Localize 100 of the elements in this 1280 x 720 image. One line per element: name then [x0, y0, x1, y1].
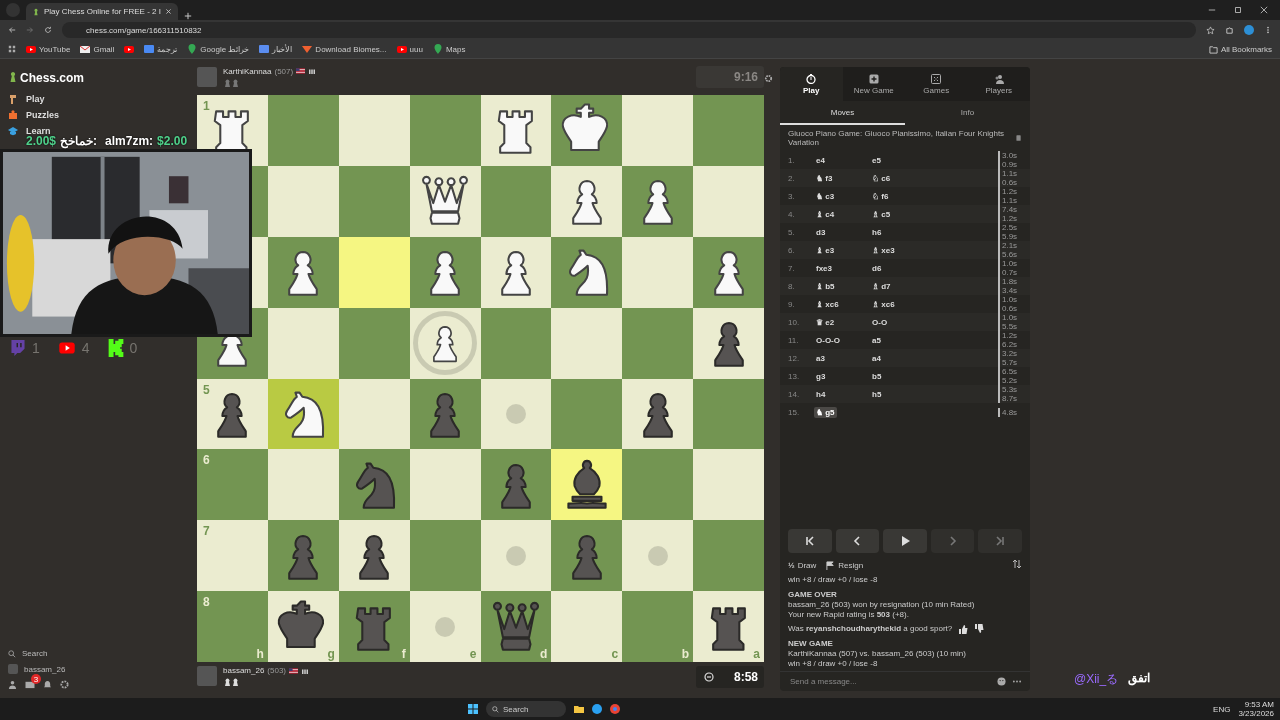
move[interactable]: ♛ e2	[814, 316, 837, 328]
move-hint-dot[interactable]	[505, 545, 526, 566]
bookmark[interactable]: uuu	[396, 44, 423, 54]
move-nav-button[interactable]	[835, 529, 880, 553]
player-name[interactable]: KarthiKannaa	[223, 66, 272, 76]
skip-forward-icon	[995, 536, 1006, 546]
people-icon	[993, 73, 1004, 84]
move[interactable]: ♝ e3	[814, 244, 837, 256]
bookmark[interactable]: الأخبار	[259, 44, 293, 54]
panel-tab[interactable]: Play	[780, 67, 843, 101]
move[interactable]: ♗ c5	[870, 208, 893, 220]
nav-item[interactable]: Play	[8, 91, 45, 107]
move[interactable]: ♗ d7	[870, 280, 893, 292]
move[interactable]: a4	[870, 352, 883, 364]
move-time: 5.3s 8.7s	[998, 385, 1022, 403]
move[interactable]: ♘ f6	[870, 190, 891, 202]
move-number: 4.	[788, 209, 796, 219]
signal-icon	[308, 68, 317, 74]
opening-name[interactable]: Giuoco Piano Game: Giuoco Pianissimo, Italian Four Knights Variation	[788, 129, 1009, 147]
move[interactable]: e5	[870, 154, 883, 166]
file-label: f	[401, 647, 406, 661]
move-hint-dot[interactable]	[435, 616, 456, 637]
move[interactable]: d3	[814, 226, 828, 238]
browser-tab[interactable]: Play Chess Online for FREE - 2 I	[26, 3, 178, 20]
chat-text: win +8 / draw +0 / lose -8	[788, 575, 879, 585]
flag-icon	[296, 68, 306, 74]
move[interactable]: g3	[814, 370, 828, 382]
bookmark[interactable]: Google خرائط	[187, 44, 250, 54]
chevron-right-icon	[947, 536, 958, 546]
search-link[interactable]: Search	[8, 649, 197, 658]
rank-label: 6	[203, 453, 210, 468]
move[interactable]: ♗ xc6	[870, 298, 897, 310]
move[interactable]: e4	[814, 154, 827, 166]
bookmark[interactable]: YouTube	[26, 44, 71, 54]
player-name[interactable]: bassam_26	[223, 666, 265, 675]
clock: 8:58	[696, 666, 764, 688]
move[interactable]: a5	[870, 334, 883, 346]
all-bookmarks-link[interactable]: All Bookmarks	[1220, 44, 1272, 54]
move[interactable]: O-O	[870, 316, 890, 328]
move-nav-button[interactable]	[788, 529, 832, 553]
move[interactable]: b5	[870, 370, 884, 382]
nav-item[interactable]: Puzzles	[8, 107, 59, 123]
panel-tab[interactable]: Games	[905, 67, 968, 101]
play-icon	[900, 536, 910, 546]
move[interactable]: ♞ c3	[814, 190, 837, 202]
move-number: 1.	[788, 155, 796, 165]
move[interactable]: a3	[814, 352, 827, 364]
move[interactable]: ♝ xc6	[814, 298, 841, 310]
logo-text[interactable]: Chess.com	[20, 71, 85, 85]
move[interactable]: ♘ c6	[870, 172, 893, 184]
bookmark[interactable]: Gmail	[80, 44, 115, 54]
panel-tab[interactable]: Players	[967, 67, 1030, 101]
viewer-count: 1	[32, 340, 40, 356]
sub-tab[interactable]: Moves	[780, 101, 905, 125]
search-icon	[8, 649, 16, 658]
chat-heading: GAME OVER	[788, 590, 838, 600]
move[interactable]: ♝ c4	[814, 208, 837, 220]
profile-link[interactable]: bassam_26	[8, 664, 197, 674]
message-field[interactable]: Send a message...	[788, 676, 991, 687]
move-nav-button[interactable]	[883, 529, 927, 553]
bookmark[interactable]: Maps	[432, 44, 466, 54]
move[interactable]: ♞ g5	[814, 406, 837, 418]
move[interactable]: ♞ f3	[814, 172, 835, 184]
resign-button[interactable]: Resign	[826, 560, 864, 570]
move-hint-dot[interactable]	[647, 545, 668, 566]
draw-button[interactable]: ½ Draw	[788, 560, 817, 570]
bookmark[interactable]: ترجمة	[144, 44, 178, 54]
sub-tab[interactable]: Info	[905, 101, 1030, 125]
language-indicator[interactable]: ENG	[1213, 704, 1231, 714]
move[interactable]: h6	[870, 226, 884, 238]
move-number: 2.	[788, 173, 796, 183]
file-label: c	[611, 647, 619, 661]
taskbar-search[interactable]: Search	[486, 701, 566, 717]
new-tab-icon	[183, 12, 192, 20]
viewer-count: 0	[129, 340, 138, 356]
bookmark[interactable]: Download Biomes...	[302, 44, 387, 54]
move-number: 5.	[788, 227, 796, 237]
twitch-icon	[10, 340, 26, 356]
bookmark[interactable]	[124, 44, 135, 54]
mail-icon	[25, 680, 35, 689]
folder-icon	[1208, 44, 1218, 54]
file-label: d	[540, 647, 548, 661]
move[interactable]: h5	[870, 388, 884, 400]
video-icon	[396, 44, 407, 54]
stream-handle: @Xii_る	[1074, 671, 1119, 688]
rank-label: 1	[203, 99, 210, 113]
youtube-icon	[57, 341, 76, 355]
panel-tab[interactable]: New Game	[842, 67, 905, 101]
move-hint-dot[interactable]	[505, 403, 526, 424]
address-bar[interactable]: chess.com/game/166311510832	[62, 22, 1196, 38]
move[interactable]: h4	[814, 388, 828, 400]
move[interactable]: ♗ xe3	[870, 244, 897, 256]
move[interactable]: fxe3	[814, 262, 834, 274]
taskbar-clock[interactable]: 9:53 AM 3/23/2026	[1238, 700, 1274, 718]
captured-pieces-icon	[223, 77, 239, 88]
move[interactable]: O-O-O	[814, 334, 842, 346]
graduation-cap-icon	[8, 126, 18, 136]
move[interactable]: d6	[870, 262, 884, 274]
star-icon	[1206, 25, 1215, 35]
move[interactable]: ♝ b5	[814, 280, 837, 292]
